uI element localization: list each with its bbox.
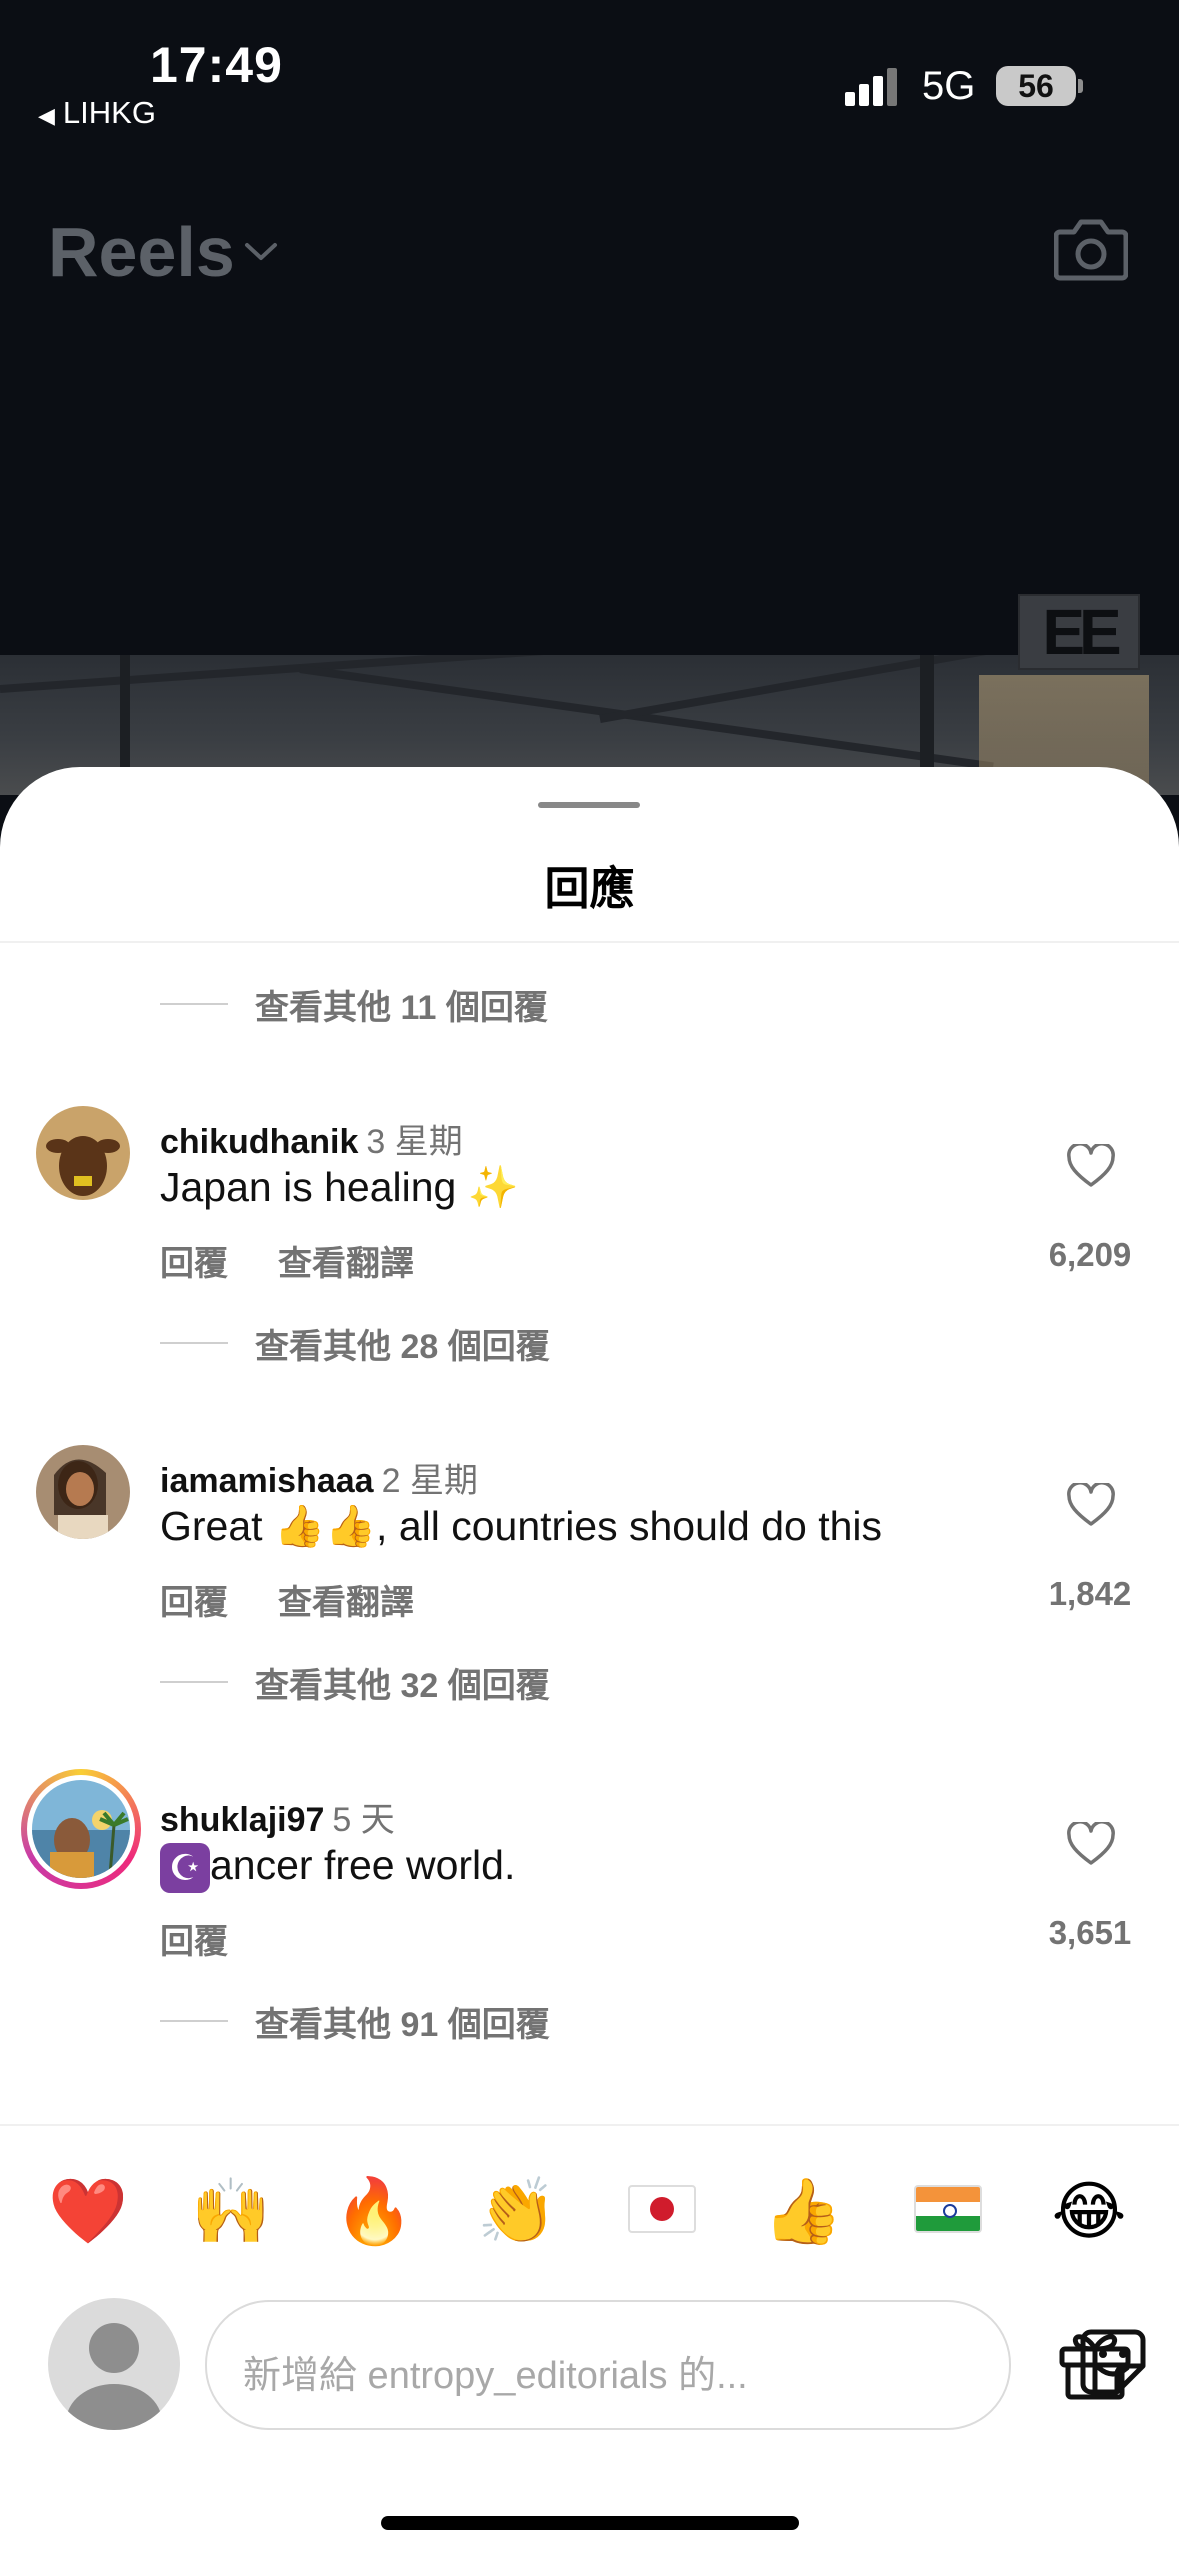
chevron-down-icon[interactable]: [244, 242, 278, 262]
comment-actions: 回覆 查看翻譯: [160, 1236, 464, 1285]
back-triangle-icon: ◀: [38, 103, 55, 128]
battery-tip: [1078, 79, 1083, 93]
emoji-bar-divider: [0, 2124, 1179, 2126]
see-translation-button[interactable]: 查看翻譯: [278, 1245, 414, 1283]
view-more-label: 查看其他 11 個回覆: [255, 988, 548, 1027]
thumbs-up-emoji: 👍👍: [273, 1503, 377, 1549]
home-indicator[interactable]: [381, 2516, 799, 2530]
camera-icon[interactable]: [1054, 214, 1128, 282]
like-count: 3,651: [1048, 1914, 1132, 1951]
reply-line: [160, 1342, 228, 1344]
tears-of-joy-emoji-button[interactable]: 😂: [1049, 2172, 1129, 2252]
sheet-title: 回應: [544, 863, 635, 914]
reply-line: [160, 1003, 228, 1005]
divider: [0, 941, 1179, 943]
sheet-grabber[interactable]: [538, 802, 640, 808]
comment-item: shuklaji97 5 天 ☪ ancer free world. 回覆 3,65…: [0, 1769, 1179, 1984]
reply-button[interactable]: 回覆: [160, 1245, 228, 1283]
comment-time: 2 星期: [381, 1462, 478, 1500]
battery-level: 56: [1018, 68, 1054, 104]
back-to-app-button[interactable]: ◀ LIHKG: [38, 95, 156, 131]
comment-username[interactable]: chikudhanik: [160, 1123, 358, 1161]
comment-actions: 回覆: [160, 1914, 278, 1963]
star-and-crescent-icon: ☪: [160, 1843, 210, 1894]
comment-text-body: ancer free world.: [210, 1842, 516, 1888]
comment-text-end: , all countries should do this: [376, 1503, 883, 1549]
watermark-logo: EE: [1018, 594, 1140, 670]
comment-input-placeholder: 新增給 entropy_editorials 的...: [243, 2355, 748, 2397]
see-translation-button[interactable]: 查看翻譯: [278, 1584, 414, 1622]
raised-hands-emoji-button[interactable]: 🙌: [191, 2172, 271, 2252]
reply-button[interactable]: 回覆: [160, 1923, 228, 1961]
network-type: 5G: [922, 64, 976, 108]
comment-header: chikudhanik 3 星期: [160, 1114, 463, 1163]
heart-icon[interactable]: [1066, 1822, 1116, 1866]
gift-icon[interactable]: [1058, 2327, 1132, 2401]
like-count: 1,842: [1048, 1575, 1132, 1612]
comment-username[interactable]: iamamishaaa: [160, 1462, 374, 1500]
thumbs-up-emoji-button[interactable]: 👍: [763, 2172, 843, 2252]
comment-actions: 回覆 查看翻譯: [160, 1575, 464, 1624]
view-more-replies[interactable]: 查看其他 91 個回覆: [160, 1996, 550, 2046]
comment-time: 3 星期: [366, 1123, 463, 1161]
comment-time: 5 天: [332, 1801, 395, 1839]
comment-header: shuklaji97 5 天: [160, 1792, 395, 1841]
fire-emoji-button[interactable]: 🔥: [334, 2172, 414, 2252]
flag-india-emoji-button[interactable]: [914, 2185, 982, 2233]
heart-emoji-button[interactable]: ❤️: [48, 2172, 128, 2252]
comment-item: iamamishaaa 2 星期 Great 👍👍, all countries …: [0, 1445, 1179, 1645]
comment-username[interactable]: shuklaji97: [160, 1801, 324, 1839]
story-ring-avatar[interactable]: [21, 1769, 141, 1889]
comment-input[interactable]: 新增給 entropy_editorials 的...: [205, 2300, 1146, 2430]
comment-text-start: Great: [160, 1503, 274, 1549]
view-more-replies[interactable]: 查看其他 11 個回覆: [160, 979, 548, 1029]
view-more-label: 查看其他 32 個回覆: [255, 1666, 550, 1705]
view-more-label: 查看其他 28 個回覆: [255, 1327, 550, 1366]
battery-icon: 56: [996, 66, 1076, 106]
view-more-label: 查看其他 91 個回覆: [255, 2005, 550, 2044]
user-avatar: [48, 2298, 180, 2430]
comment-item: chikudhanik 3 星期 Japan is healing ✨ 回覆 查看翻…: [0, 1106, 1179, 1306]
status-time: 17:49: [150, 37, 283, 93]
avatar[interactable]: [36, 1106, 130, 1200]
comment-text: ☪ ancer free world.: [160, 1842, 516, 1894]
like-count: 6,209: [1048, 1236, 1132, 1273]
comment-text: Japan is healing ✨: [160, 1164, 519, 1210]
comment-header: iamamishaaa 2 星期: [160, 1453, 478, 1502]
view-more-replies[interactable]: 查看其他 32 個回覆: [160, 1657, 550, 1707]
flag-japan-emoji-button[interactable]: [628, 2185, 696, 2233]
avatar[interactable]: [36, 1445, 130, 1539]
view-more-replies[interactable]: 查看其他 28 個回覆: [160, 1318, 550, 1368]
reply-line: [160, 2020, 228, 2022]
back-app-label: LIHKG: [62, 95, 156, 130]
reply-line: [160, 1681, 228, 1683]
comment-text: Great 👍👍, all countries should do this: [160, 1503, 882, 1551]
reels-title[interactable]: Reels: [48, 212, 235, 292]
clapping-hands-emoji-button[interactable]: 👏: [477, 2172, 557, 2252]
reply-button[interactable]: 回覆: [160, 1584, 228, 1622]
heart-icon[interactable]: [1066, 1483, 1116, 1527]
heart-icon[interactable]: [1066, 1144, 1116, 1188]
